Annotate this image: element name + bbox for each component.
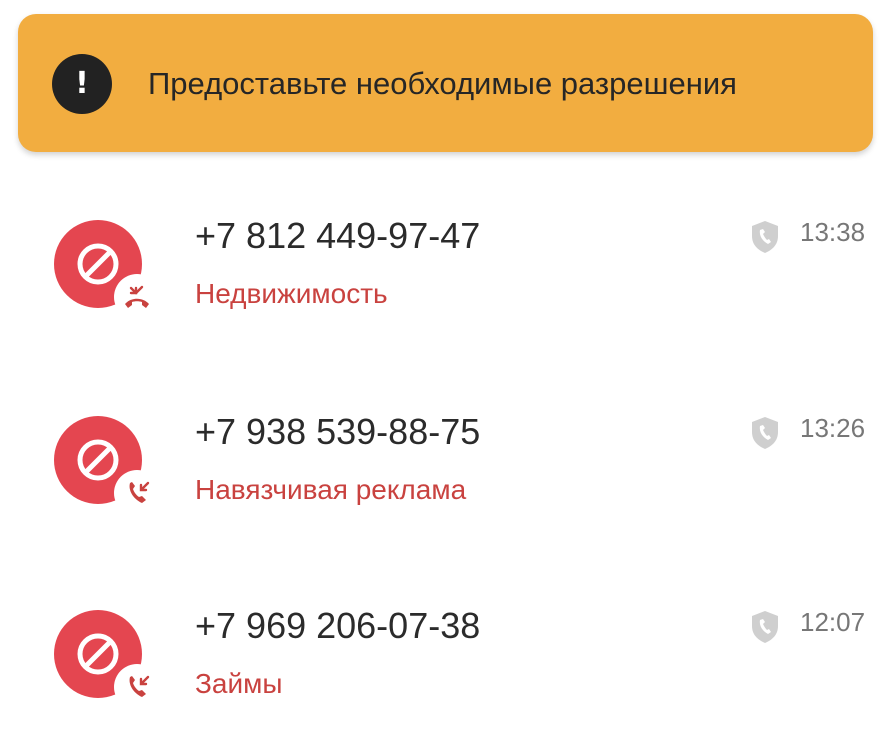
spam-category: Займы xyxy=(195,668,283,699)
spam-category: Недвижимость xyxy=(195,278,388,309)
call-list-item[interactable]: +7 812 449-97-47 Недвижимость 13:38 xyxy=(0,190,890,360)
phone-number: +7 938 539-88-75 xyxy=(195,411,481,452)
incoming-call-icon xyxy=(114,664,160,710)
shield-icon xyxy=(752,611,778,643)
spam-category: Навязчивая реклама xyxy=(195,474,467,505)
incoming-call-icon xyxy=(114,470,160,516)
call-list-item[interactable]: +7 969 206-07-38 Займы 12:07 xyxy=(0,580,890,750)
call-log-screen: ! Предоставьте необходимые разрешения +7… xyxy=(0,0,890,752)
call-list-item[interactable]: +7 938 539-88-75 Навязчивая реклама 13:2… xyxy=(0,386,890,556)
call-time: 13:26 xyxy=(800,413,866,443)
call-time: 12:07 xyxy=(800,607,866,637)
call-time: 13:38 xyxy=(800,217,866,247)
phone-number: +7 969 206-07-38 xyxy=(195,605,481,646)
shield-icon xyxy=(752,417,778,449)
shield-icon xyxy=(752,221,778,253)
permission-banner[interactable]: ! Предоставьте необходимые разрешения xyxy=(18,14,873,152)
missed-call-icon xyxy=(114,274,160,320)
banner-text: Предоставьте необходимые разрешения xyxy=(148,66,737,101)
phone-number: +7 812 449-97-47 xyxy=(195,215,481,256)
exclamation-icon: ! xyxy=(52,54,112,114)
